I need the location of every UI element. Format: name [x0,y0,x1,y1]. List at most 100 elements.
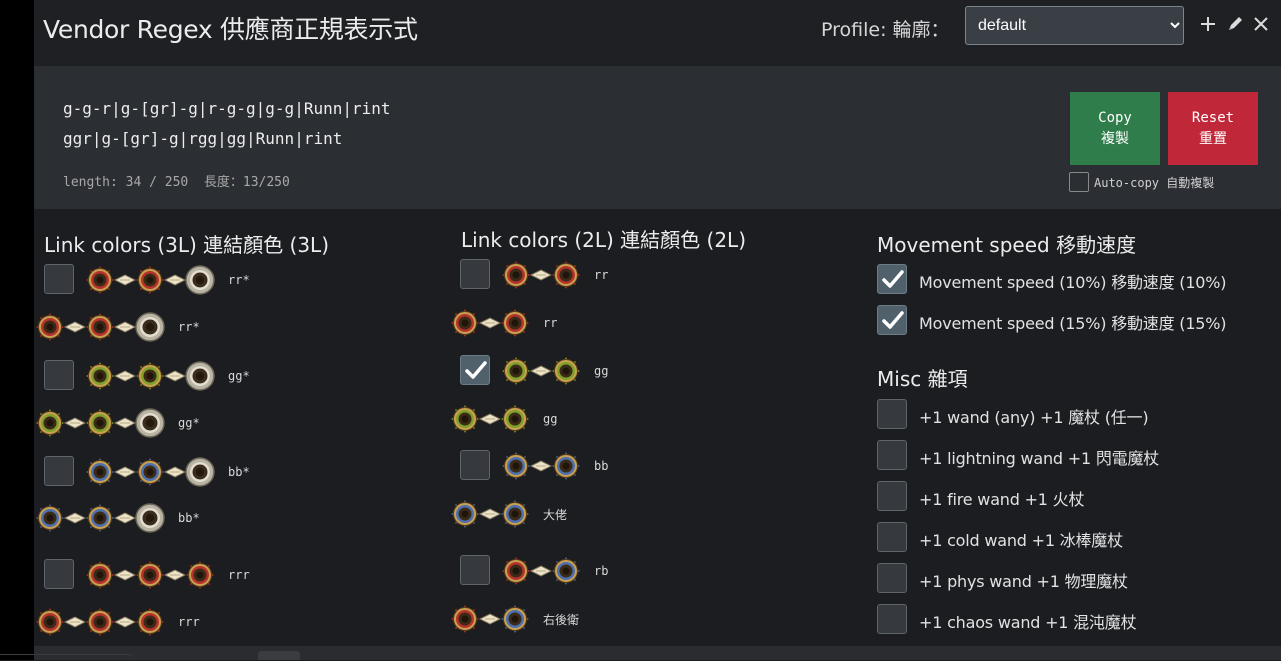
delete-profile-button[interactable] [1250,12,1272,36]
white-socket-icon [185,361,215,391]
red-socket-icon [84,559,116,591]
links2-row-6: rb [500,554,608,588]
links2-title: Link colors (2L) 連結顏色 (2L) [461,228,746,252]
red-socket-icon [84,606,116,638]
link-pattern-label: bb* [178,511,200,525]
links3-checkbox-2[interactable] [44,360,74,390]
socket-link-icon [530,365,552,377]
movement-title: Movement speed 移動速度 [877,233,1137,257]
misc-option-4-checkbox[interactable] [877,563,907,593]
red-socket-icon [449,307,481,339]
add-profile-button[interactable] [1197,12,1219,36]
misc-option-0-checkbox[interactable] [877,399,907,429]
links3-row-3: gg* [34,406,200,440]
green-socket-icon [84,407,116,439]
green-socket-icon [499,403,531,435]
red-socket-icon [500,555,532,587]
links3-checkbox-4[interactable] [44,456,74,486]
misc-option-2-checkbox[interactable] [877,481,907,511]
socket-link-icon [114,466,136,478]
green-socket-icon [449,403,481,435]
links2-row-5: 大佬 [449,497,567,531]
links2-row-4: bb [500,449,608,483]
socket-link-icon [64,417,86,429]
socket-link-icon [64,321,86,333]
green-socket-icon [550,355,582,387]
socket-link-icon [114,321,136,333]
checkmark-icon [882,311,904,329]
close-icon [1254,17,1268,31]
links2-row-7: 右後衛 [449,602,579,636]
link-pattern-label: gg* [178,416,200,430]
links3-row-2: gg* [84,359,250,393]
copy-label-en: Copy [1098,109,1132,126]
blue-socket-icon [499,498,531,530]
link-pattern-label: gg* [228,369,250,383]
link-pattern-label: rr* [178,320,200,334]
links3-row-6: rrr [84,558,250,592]
regex-output[interactable]: g-g-r|g-[gr]-g|r-g-g|g-g|Runn|rint ggr|g… [63,94,391,154]
app-title: Vendor Regex 供應商正規表示式 [43,15,418,44]
socket-link-icon [64,512,86,524]
socket-link-icon [114,512,136,524]
auto-copy-toggle[interactable]: Auto-copy 自動複製 [1069,172,1214,192]
socket-link-icon [114,569,136,581]
green-socket-icon [34,407,66,439]
auto-copy-checkbox[interactable] [1069,172,1089,192]
movement-option-1-checkbox[interactable] [877,305,907,335]
link-pattern-label: gg [543,412,558,426]
link-pattern-label: bb [594,459,609,473]
red-socket-icon [449,603,481,635]
socket-link-icon [164,466,186,478]
misc-option-5-label: +1 chaos wand +1 混沌魔杖 [919,613,1137,632]
checkmark-icon [882,270,904,288]
edit-profile-button[interactable] [1224,12,1246,36]
regex-line-1: g-g-r|g-[gr]-g|r-g-g|g-g|Runn|rint [63,99,391,118]
red-socket-icon [134,559,166,591]
red-socket-icon [84,311,116,343]
misc-option-3-checkbox[interactable] [877,522,907,552]
misc-title: Misc 雜項 [877,367,968,391]
socket-link-icon [164,569,186,581]
green-socket-icon [500,355,532,387]
red-socket-icon [499,307,531,339]
white-socket-icon [185,265,215,295]
links3-checkbox-6[interactable] [44,559,74,589]
movement-option-1-label: Movement speed (15%) 移動速度 (15%) [919,314,1227,333]
links3-row-1: rr* [34,310,200,344]
socket-link-icon [479,317,501,329]
left-edge-strip [0,0,34,660]
misc-option-0-label: +1 wand (any) +1 魔杖 (任一) [919,408,1149,427]
links2-checkbox-0[interactable] [460,259,490,289]
socket-link-icon [164,370,186,382]
links3-row-5: bb* [34,501,200,535]
misc-option-1-checkbox[interactable] [877,440,907,470]
link-pattern-label: rrr [228,568,250,582]
misc-option-5-checkbox[interactable] [877,604,907,634]
bottom-scroll-thumb[interactable] [258,651,300,660]
links2-checkbox-2[interactable] [460,355,490,385]
white-socket-icon [185,457,215,487]
profile-select[interactable]: default [965,6,1184,45]
socket-link-icon [164,274,186,286]
links2-checkbox-6[interactable] [460,555,490,585]
links3-checkbox-0[interactable] [44,264,74,294]
plus-icon [1201,17,1215,31]
red-socket-icon [134,606,166,638]
socket-link-icon [530,460,552,472]
socket-link-icon [479,508,501,520]
socket-link-icon [479,613,501,625]
links2-checkbox-4[interactable] [460,450,490,480]
white-socket-icon [135,408,165,438]
link-pattern-label: rr [594,268,609,282]
socket-link-icon [114,417,136,429]
links3-row-0: rr* [84,263,250,297]
copy-button[interactable]: Copy 複製 [1070,92,1160,165]
blue-socket-icon [550,450,582,482]
red-socket-icon [184,559,216,591]
reset-button[interactable]: Reset 重置 [1168,92,1258,165]
blue-socket-icon [134,456,166,488]
link-pattern-label: bb* [228,465,250,479]
misc-option-1-label: +1 lightning wand +1 閃電魔杖 [919,449,1160,468]
movement-option-0-checkbox[interactable] [877,264,907,294]
